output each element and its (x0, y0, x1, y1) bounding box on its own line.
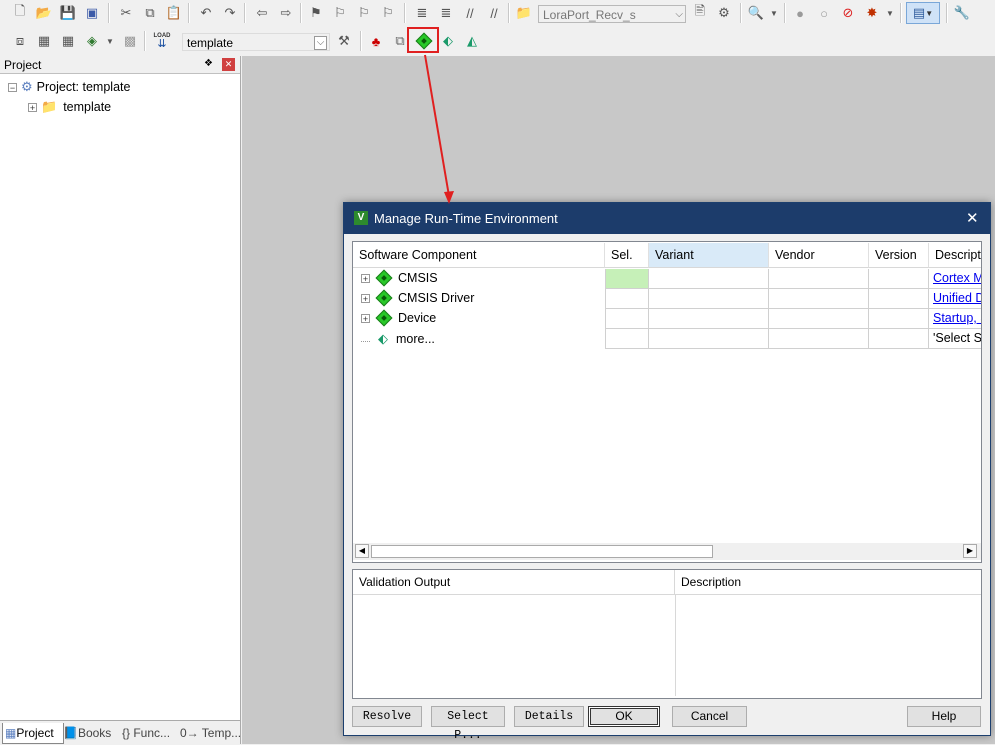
annotation-arrow (424, 54, 454, 204)
